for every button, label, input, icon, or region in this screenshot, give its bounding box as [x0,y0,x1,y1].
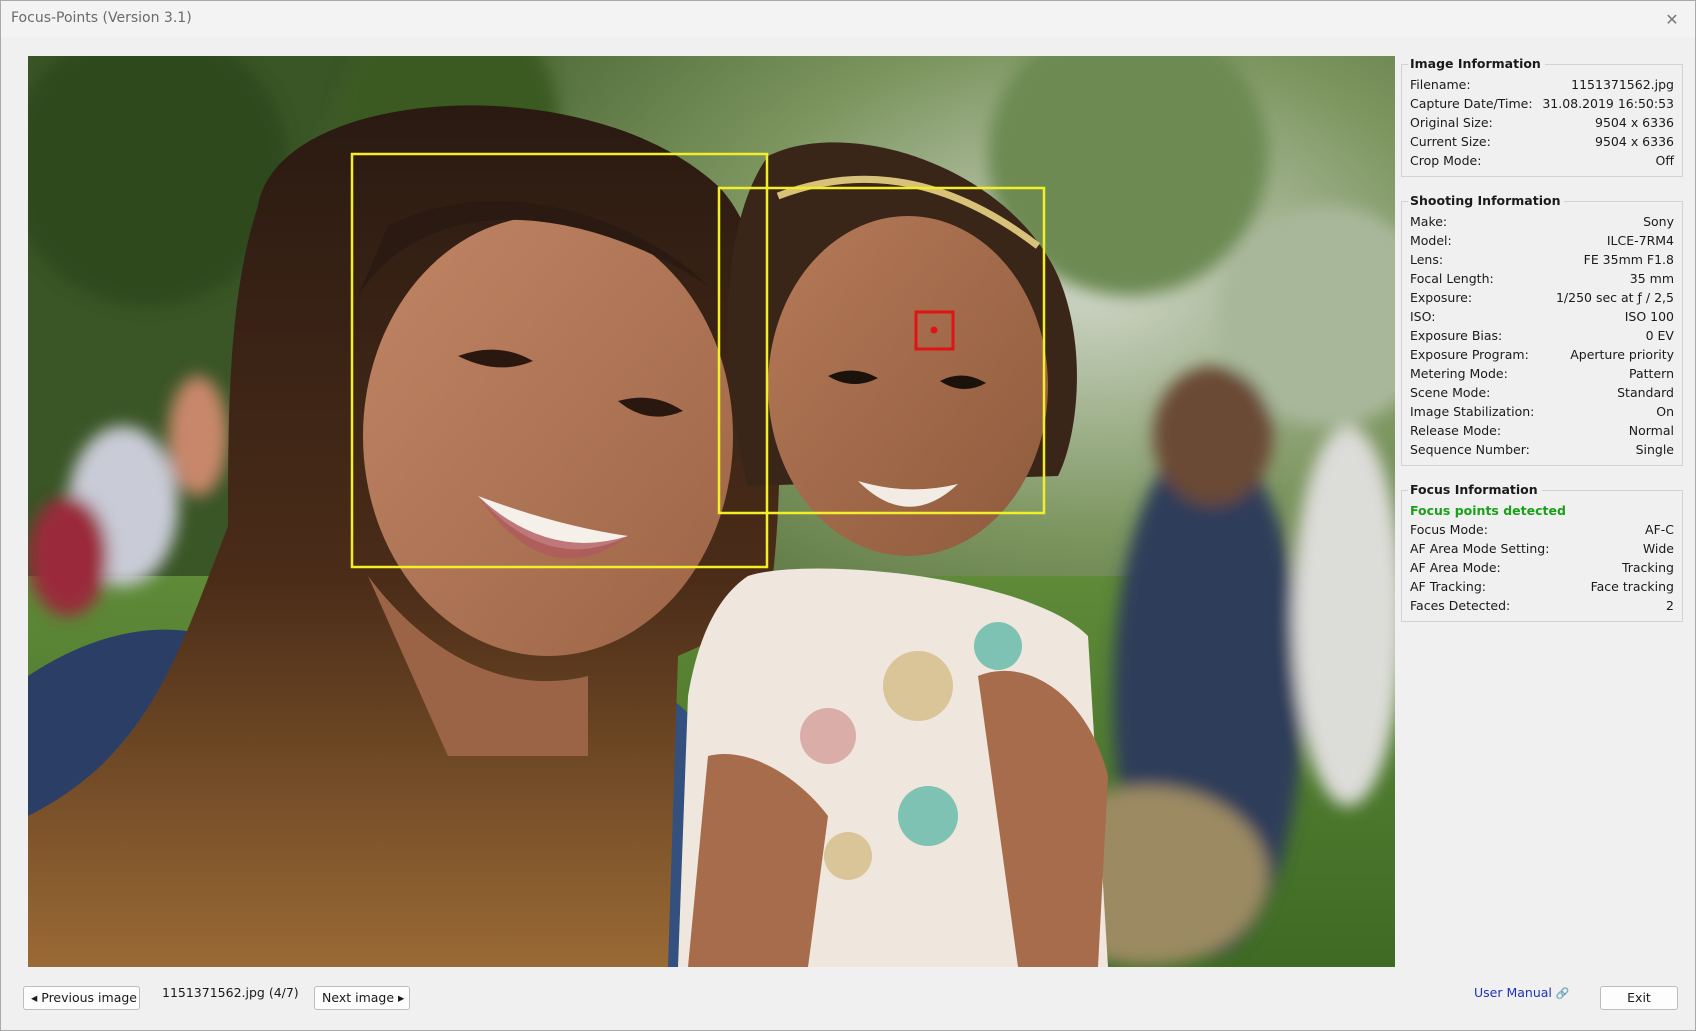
info-value: Face tracking [1590,579,1674,594]
image-information-heading: Image Information [1408,56,1545,71]
info-label: AF Area Mode Setting: [1410,541,1550,556]
info-row-exposure: Exposure: 1/250 sec at ƒ / 2,5 [1410,288,1674,307]
image-information-group: Image Information Filename: 1151371562.jp… [1401,56,1683,177]
info-row-exposure-program: Exposure Program: Aperture priority [1410,345,1674,364]
info-value: 2 [1666,598,1674,613]
close-icon[interactable]: ✕ [1649,1,1695,37]
info-row-focus-mode: Focus Mode: AF-C [1410,520,1674,539]
file-position-status: 1151371562.jpg (4/7) [162,985,299,1000]
info-value: FE 35mm F1.8 [1583,252,1674,267]
info-row-crop-mode: Crop Mode: Off [1410,151,1674,170]
info-label: Capture Date/Time: [1410,96,1533,111]
exit-button[interactable]: Exit [1600,986,1678,1010]
info-label: Crop Mode: [1410,153,1482,168]
info-value: Aperture priority [1570,347,1674,362]
info-row-focal-length: Focal Length: 35 mm [1410,269,1674,288]
window-title: Focus-Points (Version 3.1) [11,10,192,26]
info-label: AF Area Mode: [1410,560,1501,575]
info-row-faces-detected: Faces Detected: 2 [1410,596,1674,615]
info-label: Make: [1410,214,1448,229]
info-value: Sony [1643,214,1674,229]
info-row-lens: Lens: FE 35mm F1.8 [1410,250,1674,269]
focus-information-group: Focus Information Focus points detected … [1401,482,1683,622]
info-label: Exposure Bias: [1410,328,1503,343]
info-label: Lens: [1410,252,1444,267]
info-value: AF-C [1645,522,1674,537]
user-manual-link[interactable]: User Manual 🔗 [1474,985,1570,1000]
info-value: 1151371562.jpg [1571,77,1674,92]
info-label: Metering Mode: [1410,366,1508,381]
photo-preview [28,56,1395,967]
info-value: 9504 x 6336 [1595,115,1674,130]
info-value: 9504 x 6336 [1595,134,1674,149]
info-row-af-area-mode: AF Area Mode: Tracking [1410,558,1674,577]
info-value: 1/250 sec at ƒ / 2,5 [1555,290,1674,305]
info-label: Focal Length: [1410,271,1494,286]
title-bar[interactable]: Focus-Points (Version 3.1) ✕ [1,1,1695,37]
info-row-af-tracking: AF Tracking: Face tracking [1410,577,1674,596]
info-row-filename: Filename: 1151371562.jpg [1410,75,1674,94]
info-label: Image Stabilization: [1410,404,1535,419]
info-label: Exposure Program: [1410,347,1529,362]
info-value: Off [1655,153,1674,168]
info-label: Release Mode: [1410,423,1502,438]
info-row-sequence-number: Sequence Number: Single [1410,440,1674,459]
info-label: ISO: [1410,309,1436,324]
focus-points-window: Focus-Points (Version 3.1) ✕ Image Infor… [0,0,1696,1031]
info-row-metering-mode: Metering Mode: Pattern [1410,364,1674,383]
info-value: 0 EV [1645,328,1674,343]
focus-point-dot [930,326,938,334]
user-manual-label: User Manual [1474,985,1552,1000]
info-row-release-mode: Release Mode: Normal [1410,421,1674,440]
info-value: Wide [1642,541,1674,556]
info-label: Filename: [1410,77,1471,92]
info-value: Single [1635,442,1674,457]
focus-information-heading: Focus Information [1408,482,1542,497]
info-label: Current Size: [1410,134,1491,149]
info-row-original-size: Original Size: 9504 x 6336 [1410,113,1674,132]
info-label: Focus Mode: [1410,522,1488,537]
shooting-information-group: Shooting Information Make: Sony Model: ILC… [1401,193,1683,466]
external-link-icon: 🔗 [1555,987,1570,1000]
bottom-bar: ◂ Previous image 1151371562.jpg (4/7) Ne… [1,981,1695,1021]
shooting-information-heading: Shooting Information [1408,193,1565,208]
info-label: Faces Detected: [1410,598,1511,613]
info-row-af-area-mode-setting: AF Area Mode Setting: Wide [1410,539,1674,558]
info-value: 31.08.2019 16:50:53 [1542,96,1674,111]
info-value: Normal [1628,423,1674,438]
info-panel: Image Information Filename: 1151371562.jp… [1398,56,1688,646]
info-label: Model: [1410,233,1452,248]
info-value: ILCE-7RM4 [1606,233,1674,248]
previous-image-button[interactable]: ◂ Previous image [23,986,140,1010]
info-row-scene-mode: Scene Mode: Standard [1410,383,1674,402]
info-label: Scene Mode: [1410,385,1491,400]
info-value: Tracking [1621,560,1674,575]
info-value: 35 mm [1629,271,1674,286]
info-row-image-stabilization: Image Stabilization: On [1410,402,1674,421]
info-row-exposure-bias: Exposure Bias: 0 EV [1410,326,1674,345]
info-label: Original Size: [1410,115,1493,130]
info-label: AF Tracking: [1410,579,1486,594]
info-label: Exposure: [1410,290,1473,305]
info-row-current-size: Current Size: 9504 x 6336 [1410,132,1674,151]
info-row-capture-date: Capture Date/Time: 31.08.2019 16:50:53 [1410,94,1674,113]
info-row-make: Make: Sony [1410,212,1674,231]
info-row-model: Model: ILCE-7RM4 [1410,231,1674,250]
info-value: On [1656,404,1674,419]
info-row-iso: ISO: ISO 100 [1410,307,1674,326]
info-value: Standard [1617,385,1674,400]
next-image-button[interactable]: Next image ▸ [314,986,410,1010]
focus-status: Focus points detected [1410,503,1566,518]
info-value: ISO 100 [1624,309,1674,324]
info-value: Pattern [1629,366,1674,381]
info-label: Sequence Number: [1410,442,1530,457]
photo-image [28,56,1395,967]
